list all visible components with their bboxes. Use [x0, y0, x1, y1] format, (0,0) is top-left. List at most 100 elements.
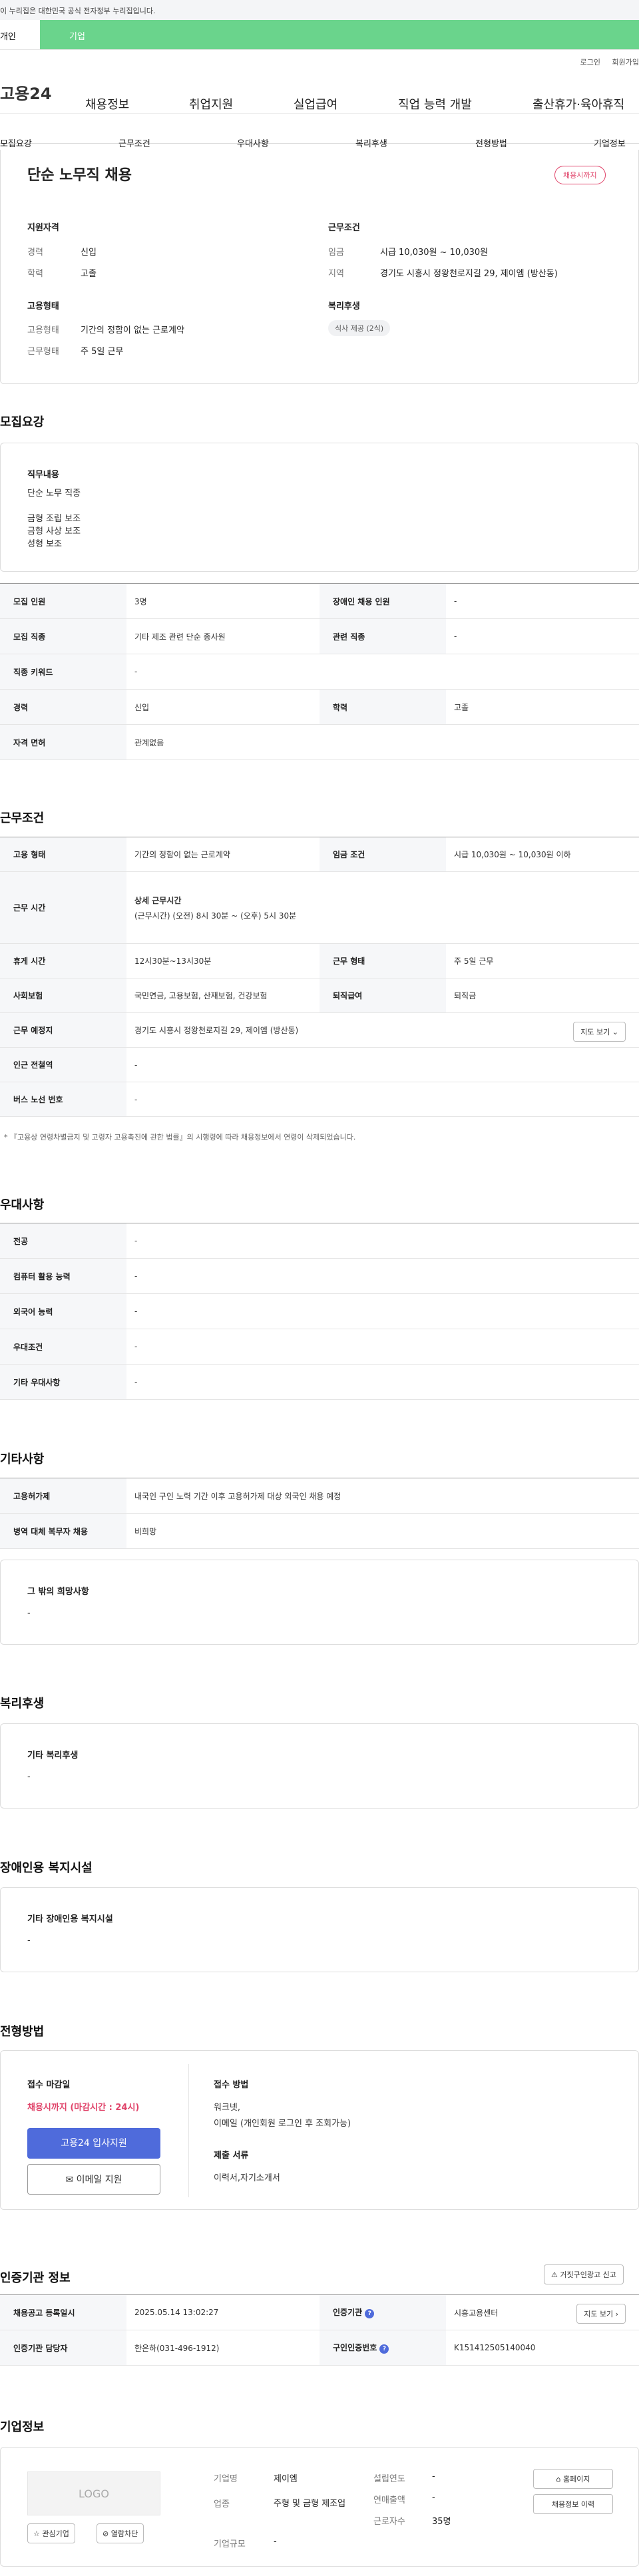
homepage-button[interactable]: ⌂ 홈페이지: [533, 2469, 613, 2489]
subnav-select[interactable]: 전형방법: [475, 136, 507, 149]
section-nav: 모집요강 근무조건 우대사항 복리후생 전형방법 기업정보: [0, 114, 639, 149]
divider: [188, 2064, 189, 2197]
gnb-leave[interactable]: 출산휴가·육아휴직: [532, 95, 624, 112]
star-icon: ☆: [33, 2529, 40, 2538]
company-size-value: -: [274, 2537, 277, 2547]
signup-link[interactable]: 회원가입: [612, 58, 639, 67]
recruit-history-button[interactable]: 채용정보 이력: [533, 2494, 613, 2514]
table-row: 휴게 시간 12시30분~13시30분 근무 형태 주 5일 근무: [0, 943, 639, 978]
etc-section-title: 기타사항: [0, 1452, 45, 1466]
home-icon: ⌂: [556, 2475, 561, 2483]
help-icon[interactable]: ?: [379, 2344, 389, 2354]
education-value: 고졸: [81, 269, 97, 279]
login-link[interactable]: 로그인: [580, 58, 600, 67]
cert-map-button[interactable]: 지도 보기 ›: [576, 2304, 626, 2324]
education-label: 학력: [27, 269, 43, 279]
company-box: LOGO ☆ 관심기업 ⊘ 열람차단 기업명 제이엠 업종 주형 및 금형 제조…: [0, 2447, 639, 2567]
qualification-title: 지원자격: [27, 223, 59, 233]
welfare-box: 기타 복리후생 -: [0, 1723, 639, 1809]
pref-table: 전공 - 컴퓨터 활용 능력 - 외국어 능력 - 우대조건 - 기타 우대사항 -: [0, 1223, 639, 1400]
apply-button[interactable]: 고용24 입사지원: [27, 2128, 160, 2159]
method-value: 워크넷,: [214, 2103, 241, 2113]
help-icon[interactable]: ?: [365, 2309, 375, 2318]
established-label: 설립연도: [373, 2474, 405, 2484]
work-section-title: 근무조건: [0, 811, 45, 825]
utility-menu: 로그인 회원가입: [0, 50, 639, 71]
disability-box: 기타 장애인용 복지시설 -: [0, 1887, 639, 1972]
work-table: 고용 형태 기간의 정함이 없는 근로계약 임금 조건 시급 10,030원 ~ 10…: [0, 837, 639, 1117]
disability-box-title: 기타 장애인용 복지시설: [27, 1914, 113, 1924]
welfare-box-title: 기타 복리후생: [27, 1751, 79, 1761]
deadline-value: 채용시까지 (마감시간 : 24시): [27, 2103, 140, 2113]
career-value: 신입: [81, 248, 97, 258]
gnb-recruit[interactable]: 채용정보: [85, 95, 129, 112]
summary-card: 단순 노무직 채용 채용시까지 지원자격 경력 신입 학력 고졸 근무조건 임금…: [0, 150, 639, 384]
mail-icon: ✉: [65, 2175, 74, 2185]
worktype-label: 근무형태: [27, 347, 59, 357]
table-row: 인증기관 담당자 한은하(031-496-1912) 구인인증번호 ? K151412…: [0, 2330, 639, 2366]
cert-table: 채용공고 등록일시 2025.05.14 13:02:27 인증기관 ? 시흥고용센터…: [0, 2294, 639, 2366]
other-wish-value: -: [27, 1608, 31, 1618]
career-label: 경력: [27, 248, 43, 258]
employees-label: 근로자수: [373, 2517, 405, 2527]
company-section-title: 기업정보: [0, 2420, 45, 2434]
gnb-benefit[interactable]: 실업급여: [294, 95, 337, 112]
industry-value: 주형 및 금형 제조업: [274, 2499, 346, 2509]
table-row: 직종 키워드 -: [0, 654, 639, 690]
method-value-2: 이메일 (개인회원 로그인 후 조회가능): [214, 2119, 351, 2129]
condition-title: 근무조건: [328, 223, 360, 233]
site-logo[interactable]: 고용24: [0, 81, 85, 104]
map-button[interactable]: 지도 보기 ⌄: [573, 1022, 626, 1042]
table-row: 모집 인원 3명 장애인 채용 인원 -: [0, 583, 639, 619]
table-row: 경력 신입 학력 고졸: [0, 689, 639, 725]
welfare-section-title: 복리후생: [0, 1697, 45, 1711]
pref-section-title: 우대사항: [0, 1198, 45, 1212]
subnav-pref[interactable]: 우대사항: [237, 136, 269, 149]
table-row: 우대조건 -: [0, 1329, 639, 1365]
favorite-company-button[interactable]: ☆ 관심기업: [27, 2523, 75, 2543]
deadline-title: 접수 마감일: [27, 2080, 71, 2090]
block-view-button[interactable]: ⊘ 열람차단: [97, 2523, 144, 2543]
job-desc-title: 직무내용: [27, 470, 59, 480]
worktype-value: 주 5일 근무: [81, 347, 124, 357]
disability-section-title: 장애인용 복지시설: [0, 1861, 93, 1875]
table-row: 채용공고 등록일시 2025.05.14 13:02:27 인증기관 ? 시흥고용센터…: [0, 2294, 639, 2330]
company-name-label: 기업명: [214, 2474, 238, 2484]
subnav-company[interactable]: 기업정보: [594, 136, 626, 149]
block-icon: ⊘: [103, 2529, 109, 2538]
age-notice: * 『고용상 연령차별금지 및 고령자 고용촉진에 관한 법률』의 시행령에 따…: [4, 1133, 356, 1142]
table-row: 근무 예정지 경기도 시흥시 정왕천로지길 29, 제이엠 (방산동) 지도 보기 …: [0, 1012, 639, 1048]
table-row: 고용 형태 기간의 정함이 없는 근로계약 임금 조건 시급 10,030원 ~ 10…: [0, 837, 639, 872]
region-value: 경기도 시흥시 정왕천로지길 29, 제이엠 (방산동): [380, 269, 558, 279]
table-row: 고용허가제 내국인 구인 노력 기간 이후 고용허가제 대상 외국인 채용 예정: [0, 1478, 639, 1514]
emptype-label: 고용형태: [27, 325, 59, 335]
industry-label: 업종: [214, 2499, 230, 2509]
sales-value: -: [432, 2493, 435, 2503]
gnb-training[interactable]: 직업 능력 개발: [398, 95, 472, 112]
report-button[interactable]: ⚠ 거짓구인광고 신고: [544, 2264, 624, 2284]
welfare-summary-title: 복리후생: [328, 302, 360, 312]
select-section-title: 전형방법: [0, 2025, 45, 2039]
email-apply-button[interactable]: ✉ 이메일 지원: [27, 2164, 160, 2195]
company-logo: LOGO: [27, 2471, 160, 2515]
wage-value: 시급 10,030원 ~ 10,030원: [380, 248, 489, 258]
subnav-welfare[interactable]: 복리후생: [355, 136, 387, 149]
tab-company[interactable]: 기업: [40, 20, 639, 49]
welfare-tag: 식사 제공 (2식): [328, 320, 391, 336]
chevron-right-icon: ›: [615, 2310, 618, 2318]
subnav-recruit[interactable]: 모집요강: [0, 136, 32, 149]
table-row: 근무 시간 상세 근무시간 (근무시간) (오전) 8시 30분 ~ (오후) 5시…: [0, 871, 639, 944]
gnb-support[interactable]: 취업지원: [189, 95, 233, 112]
region-label: 지역: [328, 269, 344, 279]
emptype-value: 기간의 정함이 없는 근로계약: [81, 325, 184, 335]
table-row: 모집 직종 기타 제조 관련 단순 종사원 관련 직종 -: [0, 618, 639, 654]
method-title: 접수 방법: [214, 2080, 249, 2090]
site-header: 고용24 채용정보 취업지원 실업급여 직업 능력 개발 출산휴가·육아휴직: [0, 71, 639, 114]
deadline-badge: 채용시까지: [554, 166, 606, 184]
chevron-down-icon: ⌄: [612, 1028, 618, 1036]
subnav-work[interactable]: 근무조건: [118, 136, 150, 149]
job-desc-box: 직무내용 단순 노무 직종 금형 조립 보조 금형 사상 보조 성형 보조: [0, 443, 639, 572]
table-row: 버스 노선 번호 -: [0, 1082, 639, 1117]
established-value: -: [432, 2471, 435, 2481]
tab-personal[interactable]: 개인: [0, 20, 40, 49]
